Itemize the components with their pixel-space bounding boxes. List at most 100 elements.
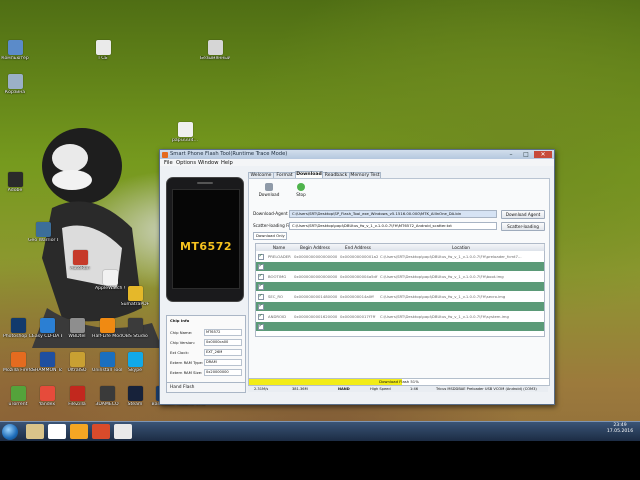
scatter-file-field[interactable]: C:\Users\SRT\Desktop\papi\DBUtus_fw_v_1_…: [289, 222, 497, 230]
desktop-icon[interactable]: UltraISO: [62, 352, 92, 373]
cell-end: [340, 303, 378, 310]
table-row[interactable]: [256, 262, 544, 271]
cell-name: [268, 263, 292, 270]
cell-name: PRELOADER: [268, 254, 291, 259]
table-row[interactable]: [256, 322, 544, 331]
desktop-icon[interactable]: 3DAMECO: [92, 386, 122, 407]
desktop-icon-label: FileZilla: [68, 402, 86, 407]
scatter-loading-button[interactable]: Scatter-loading: [501, 222, 545, 231]
cell-begin: [294, 303, 338, 310]
row-checkbox[interactable]: [258, 303, 264, 310]
cell-location: C:\Users\SRT\Desktop\papi\DBUtus_fw_v_1_…: [380, 274, 504, 279]
desktop-icon[interactable]: Корзина: [0, 74, 30, 95]
close-button[interactable]: ✕: [534, 151, 552, 158]
minimize-button[interactable]: –: [504, 151, 518, 158]
col-name[interactable]: Name: [266, 244, 293, 251]
col-end-address[interactable]: End Address: [338, 244, 379, 251]
desktop-icon[interactable]: papi3334...: [170, 122, 200, 143]
row-checkbox[interactable]: [258, 253, 264, 260]
cell-name: ANDROID: [268, 314, 287, 319]
desktop-icon[interactable]: Steam: [120, 386, 150, 407]
app-shortcut-icon: [39, 318, 55, 333]
table-row[interactable]: ANDROID 0x00000000016200000x0000000017f7f…: [256, 312, 544, 321]
desktop-icon-label: Безымянный: [200, 56, 230, 61]
desktop-icon[interactable]: ГСБ: [88, 40, 118, 61]
row-checkbox[interactable]: [258, 293, 264, 300]
taskbar-clock[interactable]: 23:49 17.05.2016: [602, 423, 638, 435]
desktop-icon[interactable]: Безымянный: [200, 40, 230, 61]
cell-begin: 0x0000000001480000: [294, 294, 338, 299]
mode-select[interactable]: Download Only: [253, 232, 287, 240]
desktop-icon[interactable]: Компьютер: [0, 40, 30, 61]
row-checkbox[interactable]: [258, 313, 264, 320]
cell-name: [268, 303, 292, 310]
status-usb-speed: High Speed: [370, 387, 391, 391]
menu-window[interactable]: Window: [198, 160, 218, 166]
desktop-icon[interactable]: FileZilla: [62, 386, 92, 407]
mail-taskbar-icon[interactable]: [92, 424, 110, 439]
menu-options[interactable]: Options: [176, 160, 196, 166]
hand-flash-panel[interactable]: Hand Flash: [166, 382, 246, 393]
desktop-icon[interactable]: AutoRun: [65, 250, 95, 271]
table-row[interactable]: PRELOADER0x00000000000000000x00000000000…: [256, 252, 544, 261]
flash-tool-taskbar-icon[interactable]: [114, 424, 132, 439]
desktop-icon[interactable]: Uninstall Tool: [92, 352, 122, 373]
cell-end: 0x000000014a0ff: [340, 294, 374, 299]
desktop-icon[interactable]: Half-Life Model Viewer: [92, 318, 122, 339]
desktop-icon[interactable]: uTorrent: [3, 386, 33, 407]
desktop-icon[interactable]: Photoshop CS6 x64: [3, 318, 33, 339]
desktop-icon[interactable]: Geo Warrior Dominate...: [28, 222, 58, 243]
table-row[interactable]: BOOTIMG 0x00000000000000000x0000000004a5d…: [256, 272, 544, 281]
table-row[interactable]: SEC_RO 0x00000000014800000x000000014a0ff C…: [256, 292, 544, 301]
stop-button[interactable]: Stop: [287, 183, 315, 197]
cell-location: [380, 283, 542, 290]
app-shortcut-icon: [177, 122, 193, 137]
window-titlebar[interactable]: Smart Phone Flash Tool(Runtime Trace Mod…: [160, 150, 554, 159]
desktop-icon[interactable]: OBS Studio: [120, 318, 150, 339]
row-checkbox[interactable]: [258, 283, 264, 290]
desktop-icon-label: SumatraPDF: [120, 302, 150, 307]
yandex-taskbar-icon[interactable]: [70, 424, 88, 439]
cell-end: 0x0000000004a5df: [340, 274, 378, 279]
app-shortcut-icon: [127, 318, 143, 333]
app-shortcut-icon: [127, 386, 143, 401]
status-storage: NAND: [338, 387, 350, 391]
col-begin-address[interactable]: Begin Address: [292, 244, 339, 251]
table-row[interactable]: [256, 282, 544, 291]
download-agent-field[interactable]: C:\Users\SRT\Desktop\SP_Flash_Tool_exe_W…: [289, 210, 497, 218]
download-button[interactable]: Download: [255, 183, 283, 197]
app-shortcut-icon: [127, 352, 143, 367]
desktop-icon[interactable]: Easy CD-DA Extractor: [32, 318, 62, 339]
phone-image: MT6572: [166, 177, 244, 302]
desktop-icon-label: Skype: [128, 368, 142, 373]
app-icon: [162, 151, 168, 158]
desktop-icon[interactable]: SumatraPDF: [120, 286, 150, 307]
desktop-icon[interactable]: Skype: [120, 352, 150, 373]
cell-location: [380, 323, 542, 330]
desktop-icon[interactable]: Adobe: [0, 172, 30, 193]
maximize-button[interactable]: □: [519, 151, 533, 158]
start-button[interactable]: [2, 424, 18, 440]
app-shortcut-icon: [7, 40, 23, 55]
phone-chip-model: MT6572: [179, 240, 233, 253]
row-checkbox[interactable]: [258, 273, 264, 280]
desktop-icon[interactable]: Yandex: [32, 386, 62, 407]
menu-file[interactable]: File: [164, 160, 173, 166]
cell-begin: [294, 323, 338, 330]
table-row[interactable]: [256, 302, 544, 311]
desktop-icon[interactable]: Mozilla Firefox: [3, 352, 33, 373]
row-checkbox[interactable]: [258, 263, 264, 270]
cell-end: [340, 263, 378, 270]
ext-clock-label: Ext Clock:: [170, 350, 189, 355]
partition-table: Name Begin Address End Address Location …: [255, 243, 545, 337]
ram-type-label: Extern RAM Type:: [170, 360, 204, 365]
desktop-icon[interactable]: WBDtel: [62, 318, 92, 339]
desktop-icon[interactable]: SHAMMON Tools Lite: [32, 352, 62, 373]
row-checkbox[interactable]: [258, 323, 264, 330]
chip-name-label: Chip Name:: [170, 330, 193, 335]
menu-help[interactable]: Help: [221, 160, 233, 166]
download-agent-button[interactable]: Download Agent: [501, 210, 545, 219]
col-location[interactable]: Location: [378, 244, 545, 251]
explorer-taskbar-icon[interactable]: [26, 424, 44, 439]
chrome-taskbar-icon[interactable]: [48, 424, 66, 439]
